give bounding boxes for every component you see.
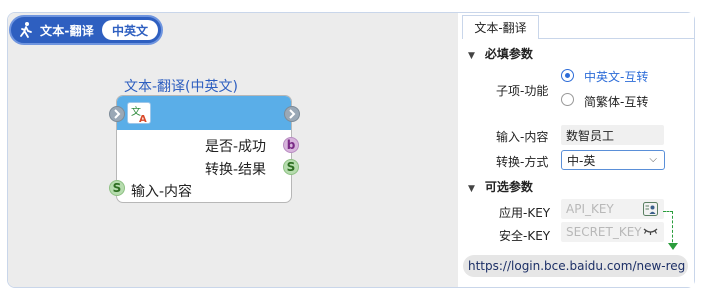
input-content-badge[interactable]: S [109, 180, 125, 196]
arrow-down-icon [668, 243, 678, 250]
input-content-field[interactable]: 数智员工 [561, 125, 664, 145]
option-cn-en[interactable]: 中英文-互转 [584, 68, 648, 85]
node-output-port[interactable] [284, 106, 300, 122]
convert-mode-label: 转换-方式 [496, 155, 549, 169]
collapse-triangle-icon: ▼ [468, 184, 475, 194]
register-link[interactable]: https://login.bce.baidu.com/new-reg [463, 255, 688, 277]
eye-closed-icon[interactable] [643, 226, 658, 240]
input-content-field-label: 输入-内容 [496, 130, 549, 144]
node-header[interactable]: 文 A [117, 96, 291, 130]
option-simplified-traditional[interactable]: 简繁体-互转 [584, 93, 648, 110]
secret-key-placeholder: SECRET_KEY [566, 225, 642, 239]
required-section-header[interactable]: ▼ 必填参数 [468, 45, 533, 62]
contact-card-icon[interactable] [643, 202, 658, 219]
node-input-port[interactable] [109, 106, 125, 122]
node-caption: 文本-翻译(中英文) [124, 79, 238, 95]
flow-title: 文本-翻译 [40, 23, 94, 38]
flow-title-pill[interactable]: 文本-翻译 中英文 [9, 15, 163, 45]
optional-section-title: 可选参数 [484, 180, 533, 194]
app-key-input[interactable]: API_KEY [561, 199, 664, 219]
radio-cn-en[interactable] [561, 69, 574, 82]
output-success-label: 是否-成功 [205, 139, 267, 155]
link-connector-vertical [672, 211, 673, 247]
walking-person-icon [17, 21, 35, 39]
optional-section-header[interactable]: ▼ 可选参数 [468, 178, 533, 195]
radio-simplified-traditional[interactable] [561, 93, 574, 106]
translate-node[interactable]: 文 A 是否-成功 转换-结果 输入-内容 [116, 95, 292, 203]
chevron-down-icon: ⌵ [649, 154, 657, 165]
required-section-title: 必填参数 [484, 47, 533, 61]
app-key-placeholder: API_KEY [566, 202, 614, 216]
tab-translate[interactable]: 文本-翻译 [462, 15, 539, 39]
convert-mode-value: 中-英 [567, 153, 596, 168]
svg-text:A: A [139, 114, 147, 125]
output-success-badge[interactable]: b [283, 137, 299, 153]
output-result-badge[interactable]: S [283, 159, 299, 175]
convert-mode-select[interactable]: 中-英 ⌵ [561, 150, 665, 170]
translate-icon: 文 A [127, 102, 151, 125]
sub-function-label: 子项-功能 [496, 84, 549, 98]
app-key-label: 应用-KEY [499, 206, 551, 220]
output-result-label: 转换-结果 [205, 162, 267, 178]
input-content-label: 输入-内容 [131, 184, 193, 200]
language-badge[interactable]: 中英文 [101, 20, 158, 40]
tab-divider [539, 38, 694, 39]
secret-key-input[interactable]: SECRET_KEY [561, 222, 664, 242]
secret-key-label: 安全-KEY [499, 229, 551, 243]
collapse-triangle-icon: ▼ [468, 51, 475, 61]
